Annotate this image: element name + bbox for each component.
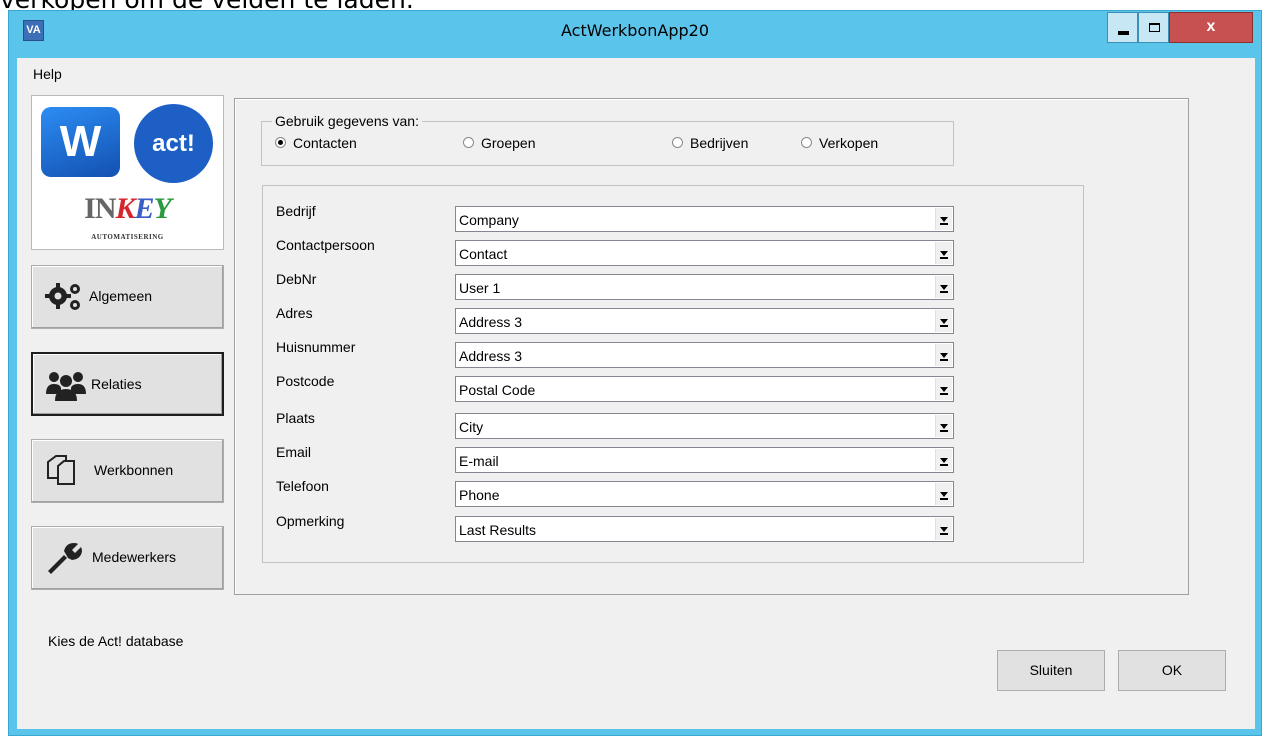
field-label: DebNr (276, 271, 317, 287)
people-icon (46, 372, 86, 401)
field-label: Bedrijf (276, 203, 316, 219)
radio-icon (672, 136, 683, 148)
dropdown-arrow-icon[interactable] (935, 483, 952, 505)
email-select[interactable]: E-mail (455, 447, 954, 473)
status-text: Kies de Act! database (48, 633, 184, 649)
radio-bedrijven[interactable]: Bedrijven (672, 135, 748, 151)
dropdown-arrow-icon[interactable] (935, 415, 952, 437)
field-row-bedrijf: Bedrijf Company (263, 203, 1083, 232)
dropdown-arrow-icon[interactable] (935, 276, 952, 298)
radio-groepen[interactable]: Groepen (463, 135, 535, 151)
field-row-debnr: DebNr User 1 (263, 271, 1083, 300)
radio-icon (463, 136, 474, 148)
field-label: Opmerking (276, 513, 345, 529)
nav-button-werkbonnen[interactable]: Werkbonnen (31, 439, 224, 503)
field-label: Adres (276, 305, 313, 321)
maximize-button[interactable] (1138, 12, 1169, 43)
dropdown-arrow-icon[interactable] (935, 449, 952, 471)
field-row-postcode: Postcode Postal Code (263, 373, 1083, 402)
nav-label: Medewerkers (92, 549, 177, 565)
relaties-panel: Gebruik gegevens van: Contacten Groepen … (234, 98, 1189, 595)
window-title: ActWerkbonApp20 (560, 21, 709, 40)
opmerking-select[interactable]: Last Results (455, 516, 954, 542)
source-group-legend: Gebruik gegevens van: (272, 113, 422, 129)
act-logo: act! (134, 104, 213, 183)
radio-contacten[interactable]: Contacten (275, 135, 357, 151)
inkey-subtitle: AUTOMATISERING (91, 233, 164, 241)
field-label: Postcode (276, 373, 335, 389)
minimize-icon (1118, 31, 1129, 35)
field-label: Huisnummer (276, 339, 356, 355)
dropdown-arrow-icon[interactable] (935, 310, 952, 332)
dropdown-arrow-icon[interactable] (935, 344, 952, 366)
nav-button-medewerkers[interactable]: Medewerkers (31, 526, 224, 590)
gears-icon (45, 283, 80, 310)
nav-label: Algemeen (89, 288, 153, 304)
huisnummer-select[interactable]: Address 3 (455, 342, 954, 368)
wrench-icon (48, 543, 82, 574)
documents-icon (47, 455, 75, 485)
logo-panel: W act! INKEY AUTOMATISERING (31, 95, 224, 250)
field-row-email: Email E-mail (263, 444, 1083, 473)
dropdown-arrow-icon[interactable] (935, 242, 952, 264)
field-label: Plaats (276, 410, 315, 426)
debnr-select[interactable]: User 1 (455, 274, 954, 300)
contactpersoon-select[interactable]: Contact (455, 240, 954, 266)
field-row-contactpersoon: Contactpersoon Contact (263, 237, 1083, 266)
dropdown-arrow-icon[interactable] (935, 378, 952, 400)
field-row-telefoon: Telefoon Phone (263, 478, 1083, 507)
field-label: Telefoon (276, 478, 329, 494)
werkbon-logo: W (41, 107, 120, 177)
dropdown-arrow-icon[interactable] (935, 208, 952, 230)
nav-button-algemeen[interactable]: Algemeen (31, 265, 224, 329)
minimize-button[interactable] (1107, 12, 1138, 43)
telefoon-select[interactable]: Phone (455, 481, 954, 507)
close-button[interactable]: x (1169, 12, 1253, 43)
field-row-opmerking: Opmerking Last Results (263, 513, 1083, 542)
postcode-select[interactable]: Postal Code (455, 376, 954, 402)
plaats-select[interactable]: City (455, 413, 954, 439)
adres-select[interactable]: Address 3 (455, 308, 954, 334)
radio-selected-icon (275, 136, 286, 148)
client-area: Help W act! INKEY AUTOMATISERING Algemee… (17, 58, 1255, 729)
field-label: Email (276, 444, 312, 460)
nav-label: Werkbonnen (94, 462, 174, 478)
maximize-icon (1149, 23, 1160, 32)
dropdown-arrow-icon[interactable] (935, 518, 952, 540)
field-label: Contactpersoon (276, 237, 375, 253)
nav-button-relaties[interactable]: Relaties (31, 352, 224, 416)
bedrijf-select[interactable]: Company (455, 206, 954, 232)
menu-help[interactable]: Help (33, 66, 62, 82)
ok-button[interactable]: OK (1118, 650, 1226, 691)
source-radio-group: Gebruik gegevens van: Contacten Groepen … (261, 113, 954, 166)
app-window: VA ActWerkbonApp20 x Help W act! INKEY A… (8, 10, 1262, 736)
inkey-logo: INKEY (84, 192, 172, 225)
field-mapping-box: Bedrijf Company Contactpersoon Contact D… (262, 185, 1084, 563)
field-row-huisnummer: Huisnummer Address 3 (263, 339, 1083, 368)
sluiten-button[interactable]: Sluiten (997, 650, 1105, 691)
nav-label: Relaties (91, 376, 142, 392)
radio-icon (801, 136, 812, 148)
field-row-adres: Adres Address 3 (263, 305, 1083, 334)
title-bar[interactable]: VA ActWerkbonApp20 x (9, 11, 1261, 58)
field-row-plaats: Plaats City (263, 410, 1083, 439)
radio-verkopen[interactable]: Verkopen (801, 135, 878, 151)
